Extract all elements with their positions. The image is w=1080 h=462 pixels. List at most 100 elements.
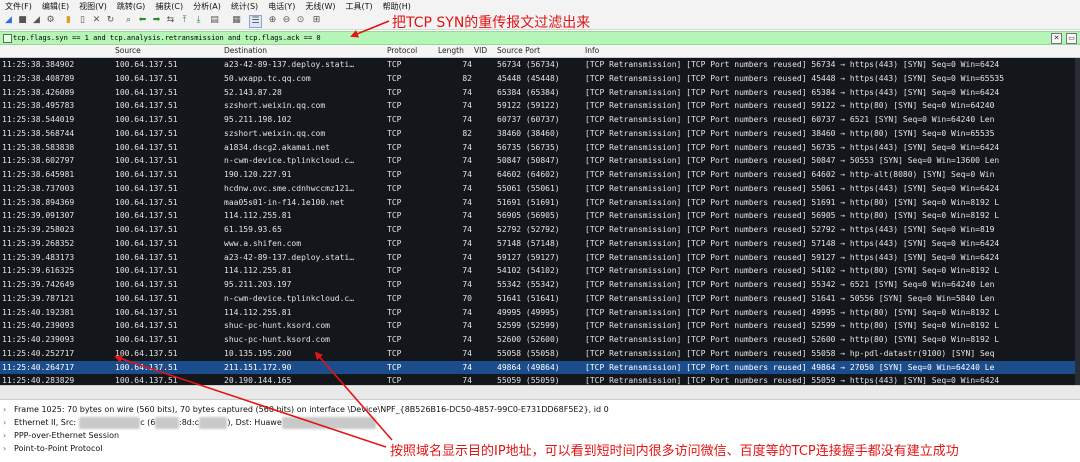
clear-filter-icon[interactable]: ✕ <box>1051 33 1062 44</box>
column-destination[interactable]: Destination <box>224 45 267 57</box>
colorize-toggle-icon[interactable]: ☰ <box>249 15 262 28</box>
packet-row[interactable]: 11:25:39.742649 100.64.137.51 95.211.203.1… <box>0 278 1080 292</box>
cell-protocol: TCP <box>387 376 402 385</box>
resize-columns-icon[interactable]: ⊞ <box>311 15 322 26</box>
save-file-icon[interactable]: ▯ <box>77 15 88 26</box>
detail-ppp[interactable]: › Point-to-Point Protocol <box>3 443 102 455</box>
packet-row[interactable]: 11:25:38.737003 100.64.137.51 hcdnw.ovc.sm… <box>0 182 1080 196</box>
cell-length: 74 <box>462 252 472 262</box>
capture-options-icon[interactable]: ⚙ <box>45 15 56 26</box>
go-forward-icon[interactable]: ➡ <box>151 15 162 26</box>
autoscroll-icon[interactable]: ▤ <box>209 15 220 26</box>
zoom-out-icon[interactable]: ⊖ <box>281 15 292 26</box>
packet-row[interactable]: 11:25:38.894369 100.64.137.51 maa05s01-in-… <box>0 196 1080 210</box>
cell-length: 74 <box>462 142 472 152</box>
menu-item[interactable]: 捕获(C) <box>150 0 188 13</box>
cell-time: 11:25:38.583838 <box>2 142 75 152</box>
expand-arrow-icon[interactable]: › <box>3 430 14 442</box>
cell-source-port: 59127 (59127) <box>497 252 560 262</box>
packet-row[interactable]: 11:25:38.568744 100.64.137.51 szshort.weix… <box>0 127 1080 141</box>
restart-capture-icon[interactable]: ◢ <box>31 15 42 26</box>
packet-row[interactable]: 11:25:40.252717 100.64.137.51 10.135.195.2… <box>0 347 1080 361</box>
find-packet-icon[interactable]: ⌕ <box>123 15 134 26</box>
packet-row[interactable]: 11:25:38.583838 100.64.137.51 a1834.dscg2.… <box>0 141 1080 155</box>
cell-time: 11:25:40.252717 <box>2 348 75 358</box>
last-packet-icon[interactable]: ⤓ <box>193 15 204 26</box>
cell-info: [TCP Retransmission] [TCP Port numbers r… <box>585 87 1000 97</box>
packet-row[interactable]: 11:25:40.239093 100.64.137.51 shuc-pc-hunt… <box>0 319 1080 333</box>
packet-list-hscrollbar[interactable] <box>0 385 1080 400</box>
packet-row[interactable]: 11:25:38.384902 100.64.137.51 a23-42-89-13… <box>0 58 1080 72</box>
go-to-packet-icon[interactable]: ⇆ <box>165 15 176 26</box>
close-file-icon[interactable]: ✕ <box>91 15 102 26</box>
colorize-icon[interactable]: ▦ <box>231 15 242 26</box>
menu-item[interactable]: 统计(S) <box>226 0 263 13</box>
detail-ethernet[interactable]: ›Ethernet II, Src: xxxxxxxxxxxxxc (6xxxx… <box>3 417 377 429</box>
column-source-port[interactable]: Source Port <box>497 45 540 57</box>
menu-item[interactable]: 无线(W) <box>300 0 340 13</box>
cell-source-port: 52599 (52599) <box>497 321 560 331</box>
menu-item[interactable]: 电话(Y) <box>263 0 300 13</box>
expand-arrow-icon[interactable]: › <box>3 417 14 429</box>
cell-destination: szshort.weixin.qq.com <box>224 128 326 138</box>
first-packet-icon[interactable]: ⤒ <box>179 15 190 26</box>
detail-frame[interactable]: › Frame 1025: 70 bytes on wire (560 bits)… <box>3 404 609 416</box>
cell-source-port: 60737 (60737) <box>497 115 560 124</box>
packet-row[interactable]: 11:25:39.091307 100.64.137.51 114.112.255.… <box>0 209 1080 223</box>
cell-length: 82 <box>462 128 472 138</box>
packet-list-scrollbar[interactable] <box>1075 58 1080 385</box>
expand-arrow-icon[interactable]: › <box>3 404 14 416</box>
column-vid[interactable]: VID <box>474 45 487 57</box>
menu-item[interactable]: 视图(V) <box>74 0 112 13</box>
menu-item[interactable]: 编辑(E) <box>37 0 74 13</box>
cell-destination: a1834.dscg2.akamai.net <box>224 142 330 152</box>
apply-filter-icon[interactable]: ▭ <box>1066 33 1077 44</box>
cell-time: 11:25:39.787121 <box>2 293 75 303</box>
menu-item[interactable]: 跳转(G) <box>112 0 150 13</box>
packet-row[interactable]: 11:25:39.483173 100.64.137.51 a23-42-89-13… <box>0 251 1080 265</box>
cell-length: 74 <box>462 115 472 124</box>
packet-list[interactable]: 11:25:38.384902 100.64.137.51 a23-42-89-13… <box>0 58 1080 385</box>
column-protocol[interactable]: Protocol <box>387 45 417 57</box>
packet-row[interactable]: 11:25:39.268352 100.64.137.51 www.a.shifen… <box>0 237 1080 251</box>
cell-protocol: TCP <box>387 335 402 344</box>
open-file-icon[interactable]: ▮ <box>63 15 74 26</box>
display-filter-input[interactable]: tcp.flags.syn == 1 and tcp.analysis.retr… <box>13 32 321 44</box>
packet-row[interactable]: 11:25:39.787121 100.64.137.51 n-cwm-device… <box>0 292 1080 306</box>
cell-time: 11:25:40.264717 <box>2 362 75 372</box>
packet-row[interactable]: 11:25:39.258023 100.64.137.51 61.159.93.65… <box>0 223 1080 237</box>
packet-row[interactable]: 11:25:39.616325 100.64.137.51 114.112.255.… <box>0 264 1080 278</box>
cell-length: 74 <box>462 101 472 111</box>
menu-item[interactable]: 文件(F) <box>0 0 37 13</box>
column-info[interactable]: Info <box>585 45 599 57</box>
cell-destination: 95.211.198.102 <box>224 115 292 124</box>
packet-row[interactable]: 11:25:40.239093 100.64.137.51 shuc-pc-hunt… <box>0 333 1080 347</box>
packet-row[interactable]: 11:25:38.495783 100.64.137.51 szshort.weix… <box>0 99 1080 113</box>
zoom-reset-icon[interactable]: ⊙ <box>295 15 306 26</box>
packet-row[interactable]: 11:25:38.602797 100.64.137.51 n-cwm-device… <box>0 154 1080 168</box>
detail-pppoe[interactable]: › PPP-over-Ethernet Session <box>3 430 119 442</box>
packet-row[interactable]: 11:25:38.408789 100.64.137.51 50.wxapp.tc.… <box>0 72 1080 86</box>
reload-file-icon[interactable]: ↻ <box>105 15 116 26</box>
packet-row[interactable]: 11:25:38.645981 100.64.137.51 190.120.227.… <box>0 168 1080 182</box>
packet-row-selected[interactable]: 11:25:40.264717 100.64.137.51 211.151.172.… <box>0 360 1080 375</box>
display-filter-bar[interactable]: tcp.flags.syn == 1 and tcp.analysis.retr… <box>0 31 1080 45</box>
filter-bookmark-icon[interactable] <box>3 34 12 43</box>
cell-info: [TCP Retransmission] [TCP Port numbers r… <box>585 60 1000 69</box>
cell-time: 11:25:40.192381 <box>2 307 75 317</box>
menu-item[interactable]: 分析(A) <box>188 0 226 13</box>
packet-row[interactable]: 11:25:38.426089 100.64.137.51 52.143.87.28… <box>0 86 1080 100</box>
cell-time: 11:25:38.408789 <box>2 73 75 83</box>
menu-item[interactable]: 工具(T) <box>340 0 377 13</box>
column-length[interactable]: Length <box>438 45 464 57</box>
expand-arrow-icon[interactable]: › <box>3 443 14 455</box>
packet-row[interactable]: 11:25:40.192381 100.64.137.51 114.112.255.… <box>0 306 1080 320</box>
cell-info: [TCP Retransmission] [TCP Port numbers r… <box>585 73 1005 83</box>
stop-capture-icon[interactable]: ■ <box>17 15 28 26</box>
packet-row[interactable]: 11:25:38.544019 100.64.137.51 95.211.198.1… <box>0 113 1080 127</box>
zoom-in-icon[interactable]: ⊕ <box>267 15 278 26</box>
column-source[interactable]: Source <box>115 45 141 57</box>
packet-row[interactable]: 11:25:40.283829 100.64.137.51 20.190.144.1… <box>0 374 1080 385</box>
go-back-icon[interactable]: ⬅ <box>137 15 148 26</box>
shark-fin-start-icon[interactable]: ◢ <box>3 15 14 26</box>
